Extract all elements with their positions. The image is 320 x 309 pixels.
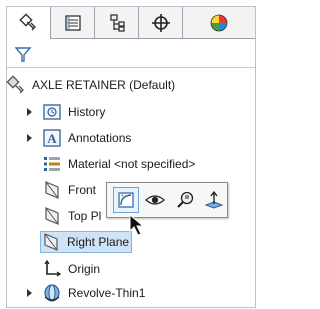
filter-icon[interactable]	[13, 44, 33, 64]
manager-tabs	[7, 7, 255, 39]
show-hide-button[interactable]	[143, 187, 168, 213]
expand-arrow-icon[interactable]	[27, 108, 32, 116]
tree-item-origin[interactable]: Origin	[42, 258, 100, 280]
tree-item-label: Revolve-Thin1	[68, 286, 146, 300]
featuremanager-tab[interactable]	[7, 7, 51, 39]
tree-item-label: History	[68, 105, 106, 119]
zoom-to-selection-button[interactable]	[172, 187, 197, 213]
featuremanager-icon	[18, 13, 39, 33]
crosshair-icon	[151, 13, 171, 33]
svg-text:*: *	[121, 194, 124, 201]
expand-arrow-icon[interactable]	[27, 289, 32, 297]
normal-to-icon	[204, 190, 224, 210]
tree-item-history[interactable]: History	[42, 101, 105, 123]
part-name: AXLE RETAINER (Default)	[32, 78, 176, 92]
configurationmanager-tab[interactable]	[95, 7, 139, 38]
show-hide-icon	[145, 190, 166, 210]
expand-arrow-icon[interactable]	[27, 134, 32, 142]
tree-item-revolve-thin1[interactable]: Revolve-Thin1	[42, 282, 145, 304]
svg-text:A: A	[47, 131, 57, 146]
context-toolbar: *	[106, 182, 228, 218]
origin-icon	[42, 259, 62, 279]
tree-item-label: Right Plane	[67, 235, 130, 249]
sketch-icon: *	[116, 190, 136, 210]
tree-item-material[interactable]: Material <not specified>	[42, 153, 195, 175]
tree-filter[interactable]	[7, 40, 255, 68]
annotations-icon: A	[42, 128, 62, 148]
dimxpert-tab[interactable]	[139, 7, 183, 38]
tree-item-label: Front	[68, 183, 97, 197]
history-icon	[42, 102, 62, 122]
tree-item-label: Annotations	[68, 131, 132, 145]
revolve-icon	[42, 283, 62, 303]
part-icon	[6, 75, 26, 95]
configurationmanager-icon	[107, 13, 127, 33]
tree-item-annotations[interactable]: A Annotations	[42, 127, 131, 149]
propertymanager-tab[interactable]	[51, 7, 95, 38]
display-tab[interactable]	[183, 7, 255, 38]
sketch-button[interactable]: *	[113, 187, 139, 213]
tree-item-label: Origin	[68, 262, 101, 276]
color-sphere-icon	[209, 13, 229, 33]
tree-item-top-plane[interactable]: Top Pl	[42, 205, 101, 227]
tree-item-label: Top Pl	[68, 209, 102, 223]
zoom-to-selection-icon	[175, 190, 195, 210]
material-icon	[42, 154, 62, 174]
plane-icon	[42, 206, 62, 226]
propertymanager-icon	[63, 13, 83, 33]
tree-item-label: Material <not specified>	[68, 157, 196, 171]
normal-to-button[interactable]	[202, 187, 227, 213]
tree-item-right-plane[interactable]: Right Plane	[40, 231, 133, 253]
mouse-cursor-icon	[128, 213, 150, 242]
tree-root-part[interactable]: AXLE RETAINER (Default)	[6, 74, 175, 96]
tree-item-front-plane[interactable]: Front	[42, 179, 96, 201]
plane-icon	[42, 180, 62, 200]
plane-icon	[41, 232, 61, 252]
